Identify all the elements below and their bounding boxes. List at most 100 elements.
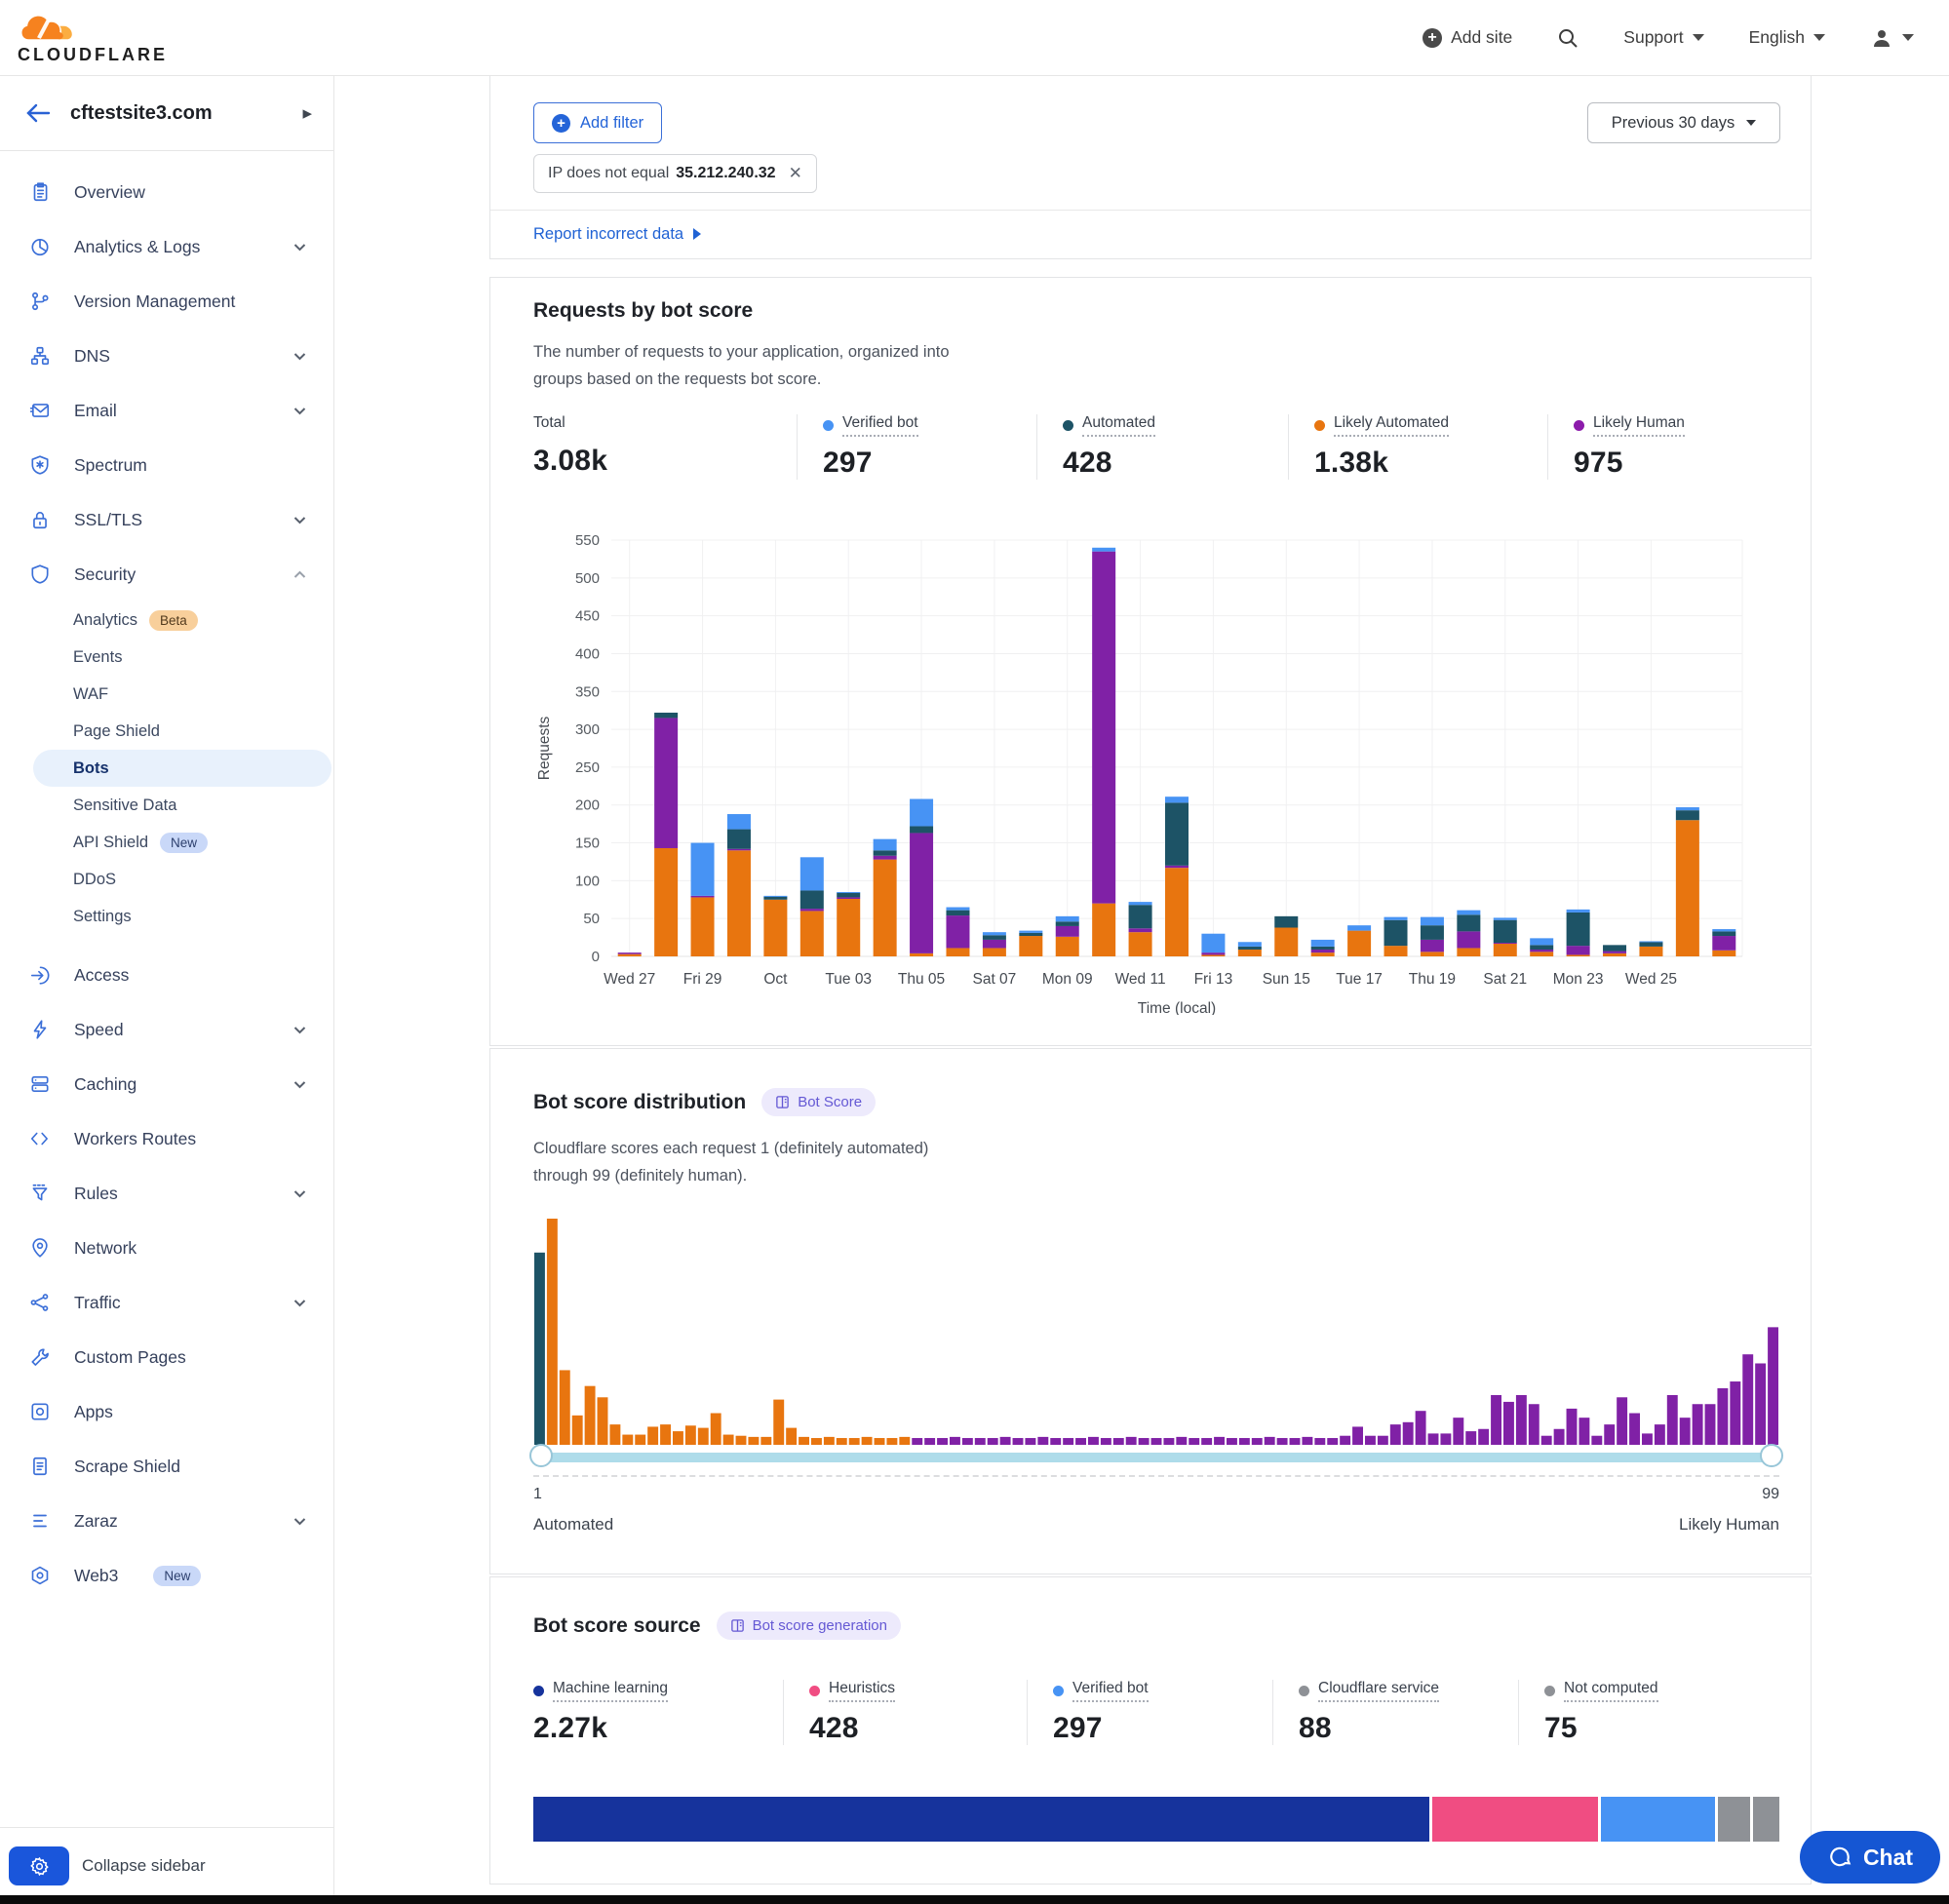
source-segment-verified-bot[interactable] bbox=[1598, 1797, 1715, 1842]
cloudflare-wordmark: CLOUDFLARE bbox=[18, 46, 168, 63]
score-range-slider[interactable] bbox=[533, 1453, 1779, 1462]
new-badge: New bbox=[160, 833, 208, 853]
stat-value: 975 bbox=[1574, 447, 1772, 480]
sidebar-item-custom-pages[interactable]: Custom Pages bbox=[0, 1330, 333, 1384]
close-icon[interactable]: ✕ bbox=[789, 164, 802, 183]
chevron-down-icon bbox=[293, 1189, 306, 1198]
custom-pages-icon bbox=[29, 1346, 51, 1368]
site-chevron-right-icon[interactable]: ▸ bbox=[302, 102, 312, 125]
chevron-down-icon bbox=[293, 407, 306, 415]
source-stacked-bar bbox=[533, 1797, 1779, 1842]
sidebar-item-dns[interactable]: DNS bbox=[0, 329, 333, 383]
add-filter-button[interactable]: + Add filter bbox=[533, 102, 662, 143]
search-button[interactable] bbox=[1557, 27, 1579, 49]
filter-chip: IP does not equal 35.212.240.32 ✕ bbox=[533, 154, 817, 193]
stat-label-likely-human[interactable]: Likely Human bbox=[1574, 414, 1685, 437]
stat-label-text: Likely Human bbox=[1593, 414, 1685, 437]
stat-label-verified-bot[interactable]: Verified bot bbox=[1053, 1680, 1149, 1702]
sidebar-item-events[interactable]: Events bbox=[33, 639, 331, 676]
sidebar-item-access[interactable]: Access bbox=[0, 948, 333, 1002]
stat-label-likely-automated[interactable]: Likely Automated bbox=[1314, 414, 1449, 437]
sidebar-item-label: Custom Pages bbox=[74, 1347, 186, 1368]
svg-text:Sat 21: Sat 21 bbox=[1483, 971, 1527, 988]
back-arrow-icon[interactable] bbox=[25, 102, 51, 124]
stat-label-text: Verified bot bbox=[842, 414, 918, 437]
sidebar-item-settings[interactable]: Settings bbox=[33, 898, 331, 935]
sidebar-item-network[interactable]: Network bbox=[0, 1221, 333, 1275]
version-icon bbox=[29, 291, 51, 312]
distribution-card-title: Bot score distribution bbox=[533, 1091, 746, 1114]
sidebar-item-label: Security bbox=[74, 564, 136, 585]
sidebar-item-label: Rules bbox=[74, 1184, 118, 1204]
sidebar-item-label: Scrape Shield bbox=[74, 1457, 180, 1477]
sidebar-item-label: API Shield bbox=[73, 834, 148, 852]
svg-text:0: 0 bbox=[592, 949, 600, 965]
sidebar-item-page-shield[interactable]: Page Shield bbox=[33, 713, 331, 750]
scrape-shield-icon bbox=[29, 1456, 51, 1477]
svg-text:Thu 19: Thu 19 bbox=[1409, 971, 1456, 988]
sidebar-item-rules[interactable]: Rules bbox=[0, 1166, 333, 1221]
svg-text:250: 250 bbox=[575, 759, 600, 776]
sidebar-item-analytics[interactable]: AnalyticsBeta bbox=[33, 602, 331, 639]
stat-label-automated[interactable]: Automated bbox=[1063, 414, 1155, 437]
sidebar-item-sensitive-data[interactable]: Sensitive Data bbox=[33, 787, 331, 824]
slider-handle-max[interactable] bbox=[1760, 1444, 1783, 1467]
sidebar-item-version-management[interactable]: Version Management bbox=[0, 274, 333, 329]
top-header: CLOUDFLARE + Add site Support English bbox=[0, 0, 1949, 76]
sidebar-item-waf[interactable]: WAF bbox=[33, 676, 331, 713]
source-segment-machine-learning[interactable] bbox=[533, 1797, 1429, 1842]
support-menu[interactable]: Support bbox=[1623, 27, 1703, 48]
stat-value: 75 bbox=[1544, 1712, 1742, 1745]
bot-score-docs-badge[interactable]: Bot Score bbox=[761, 1088, 876, 1116]
sidebar-item-label: Bots bbox=[73, 759, 109, 778]
cloudflare-logo[interactable]: CLOUDFLARE bbox=[18, 12, 168, 63]
collapse-sidebar-button[interactable]: Collapse sidebar bbox=[82, 1856, 206, 1876]
stat-label-not-computed[interactable]: Not computed bbox=[1544, 1680, 1658, 1702]
bot-score-generation-badge[interactable]: Bot score generation bbox=[717, 1612, 901, 1640]
sidebar-item-label: Spectrum bbox=[74, 455, 147, 476]
svg-text:200: 200 bbox=[575, 797, 600, 814]
sidebar-item-traffic[interactable]: Traffic bbox=[0, 1275, 333, 1330]
account-menu[interactable] bbox=[1870, 26, 1914, 50]
sidebar-item-analytics-logs[interactable]: Analytics & Logs bbox=[0, 219, 333, 274]
stat-verified-bot: Verified bot297 bbox=[797, 414, 1036, 480]
stat-label-heuristics[interactable]: Heuristics bbox=[809, 1680, 895, 1702]
sidebar-item-bots[interactable]: Bots bbox=[33, 750, 331, 787]
source-segment-heuristics[interactable] bbox=[1429, 1797, 1598, 1842]
add-site-button[interactable]: + Add site bbox=[1423, 27, 1512, 48]
support-label: Support bbox=[1623, 27, 1683, 48]
slider-handle-min[interactable] bbox=[529, 1444, 553, 1467]
apps-icon bbox=[29, 1401, 51, 1422]
sidebar-item-scrape-shield[interactable]: Scrape Shield bbox=[0, 1439, 333, 1494]
sidebar-item-security[interactable]: Security bbox=[0, 547, 333, 602]
sidebar-item-overview[interactable]: Overview bbox=[0, 165, 333, 219]
sidebar-item-api-shield[interactable]: API Shield New bbox=[33, 824, 331, 861]
chat-button[interactable]: Chat bbox=[1800, 1831, 1940, 1884]
stat-label-verified-bot[interactable]: Verified bot bbox=[823, 414, 918, 437]
date-range-dropdown[interactable]: Previous 30 days bbox=[1587, 102, 1780, 143]
stat-label-cloudflare-service[interactable]: Cloudflare service bbox=[1299, 1680, 1439, 1702]
settings-gear-button[interactable] bbox=[9, 1846, 69, 1885]
new-badge: New bbox=[153, 1566, 201, 1586]
source-segment-not-computed[interactable] bbox=[1750, 1797, 1779, 1842]
sidebar-item-workers-routes[interactable]: Workers Routes bbox=[0, 1111, 333, 1166]
sidebar-item-zaraz[interactable]: Zaraz bbox=[0, 1494, 333, 1548]
sidebar-item-apps[interactable]: Apps bbox=[0, 1384, 333, 1439]
sidebar-item-ddos[interactable]: DDoS bbox=[33, 861, 331, 898]
sidebar-item-speed[interactable]: Speed bbox=[0, 1002, 333, 1057]
sidebar-item-web3[interactable]: Web3 New bbox=[0, 1548, 333, 1603]
svg-text:50: 50 bbox=[583, 911, 600, 927]
sidebar-item-ssl-tls[interactable]: SSL/TLS bbox=[0, 492, 333, 547]
language-menu[interactable]: English bbox=[1749, 27, 1825, 48]
svg-text:Mon 23: Mon 23 bbox=[1553, 971, 1604, 988]
sidebar-item-spectrum[interactable]: Spectrum bbox=[0, 438, 333, 492]
stat-value: 2.27k bbox=[533, 1712, 783, 1745]
report-incorrect-data-link[interactable]: Report incorrect data bbox=[533, 225, 701, 244]
stat-label-machine-learning[interactable]: Machine learning bbox=[533, 1680, 668, 1702]
sidebar-item-caching[interactable]: Caching bbox=[0, 1057, 333, 1111]
source-segment-cloudflare-service[interactable] bbox=[1715, 1797, 1750, 1842]
sidebar-item-label: Events bbox=[73, 648, 122, 667]
sidebar-item-label: SSL/TLS bbox=[74, 510, 142, 530]
sidebar-item-label: Web3 bbox=[74, 1566, 118, 1586]
sidebar-item-email[interactable]: Email bbox=[0, 383, 333, 438]
